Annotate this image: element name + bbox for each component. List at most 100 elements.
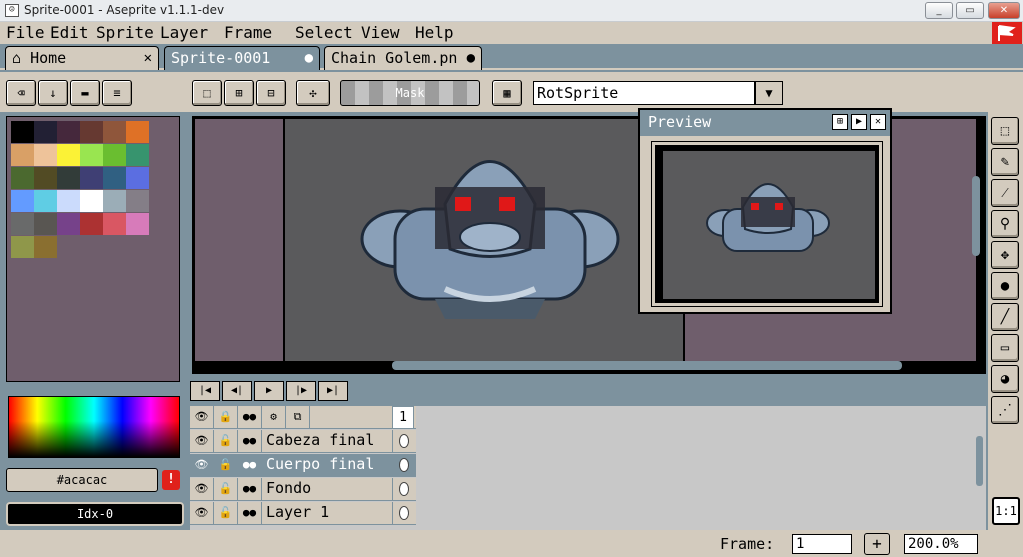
palette-swatch[interactable] xyxy=(11,190,34,212)
palette-swatch[interactable] xyxy=(34,121,57,143)
layer-row[interactable]: 👁 🔓 ●● Layer 1 xyxy=(190,502,416,525)
palette-swatch[interactable] xyxy=(57,190,80,212)
tab-sprite-0001[interactable]: Sprite-0001 ● xyxy=(164,46,320,70)
palette-swatch[interactable] xyxy=(57,167,80,189)
frame-input[interactable]: 1 xyxy=(792,534,852,554)
lock-icon[interactable]: 🔓 xyxy=(214,502,238,525)
palette-swatch[interactable] xyxy=(34,167,57,189)
tab-modified-icon[interactable]: ● xyxy=(467,47,475,69)
menu-select[interactable]: Select xyxy=(295,23,353,42)
lock-icon[interactable]: 🔓 xyxy=(214,430,238,453)
tab-modified-icon[interactable]: ● xyxy=(305,47,313,69)
menu-icon[interactable]: ≡ xyxy=(102,80,132,106)
new-frame-button[interactable]: + xyxy=(864,533,890,555)
palette-swatch[interactable] xyxy=(103,167,126,189)
lock-icon[interactable]: 🔓 xyxy=(214,478,238,501)
color-index-button[interactable]: Idx-0 xyxy=(6,502,184,526)
palette-swatch[interactable] xyxy=(57,213,80,235)
palette-swatch[interactable] xyxy=(80,144,103,166)
grid-icon[interactable]: ▦ xyxy=(492,80,522,106)
rectangle-icon[interactable]: ▭ xyxy=(991,334,1019,362)
menu-help[interactable]: Help xyxy=(415,23,454,42)
cel[interactable] xyxy=(392,478,414,501)
pivot-icon[interactable]: ✣ xyxy=(296,80,330,106)
palette-swatch[interactable] xyxy=(11,144,34,166)
continuous-icon[interactable]: ●● xyxy=(238,430,262,453)
one-to-one-button[interactable]: 1:1 xyxy=(992,497,1020,525)
visibility-icon[interactable]: 👁 xyxy=(190,430,214,453)
palette-swatch[interactable] xyxy=(103,144,126,166)
next-frame-icon[interactable]: |▶ xyxy=(286,381,316,401)
continuous-icon[interactable]: ●● xyxy=(238,502,262,525)
visibility-header-icon[interactable]: 👁 xyxy=(190,406,214,429)
palette-swatch[interactable] xyxy=(11,121,34,143)
layer-name[interactable]: Fondo xyxy=(266,479,311,497)
rotation-algorithm-select[interactable]: RotSprite xyxy=(533,81,755,105)
first-frame-icon[interactable]: |◀ xyxy=(190,381,220,401)
folder-icon[interactable]: ▬ xyxy=(70,80,100,106)
move-icon[interactable]: ✥ xyxy=(991,241,1019,269)
arrow-down-icon[interactable]: ↓ xyxy=(38,80,68,106)
palette-swatch[interactable] xyxy=(126,144,149,166)
palette-swatch[interactable] xyxy=(34,236,57,258)
paint-bucket-icon[interactable]: ● xyxy=(991,272,1019,300)
palette-swatch[interactable] xyxy=(11,167,34,189)
line-icon[interactable]: ╱ xyxy=(991,303,1019,331)
contour-icon[interactable]: ◕ xyxy=(991,365,1019,393)
layer-name[interactable]: Cabeza final xyxy=(266,431,374,449)
lock-header-icon[interactable]: 🔒 xyxy=(214,406,238,429)
close-window-button[interactable]: ✕ xyxy=(988,2,1020,19)
continuous-icon[interactable]: ●● xyxy=(238,478,262,501)
layer-row-selected[interactable]: 👁 🔓 ●● Cuerpo final xyxy=(190,454,416,477)
visibility-icon[interactable]: 👁 xyxy=(190,454,214,477)
palette-swatch[interactable] xyxy=(34,213,57,235)
preview-close-icon[interactable]: ✕ xyxy=(870,114,886,130)
minimize-button[interactable]: _ xyxy=(925,2,953,19)
eraser-icon[interactable]: ⌫ xyxy=(6,80,36,106)
cel[interactable] xyxy=(392,454,414,477)
palette-swatch[interactable] xyxy=(11,236,34,258)
palette-swatch[interactable] xyxy=(80,190,103,212)
palette-swatch[interactable] xyxy=(103,121,126,143)
hex-color-button[interactable]: #acacac xyxy=(6,468,158,492)
visibility-icon[interactable]: 👁 xyxy=(190,478,214,501)
last-frame-icon[interactable]: ▶| xyxy=(318,381,348,401)
tab-home[interactable]: ⌂ Home ✕ xyxy=(5,46,159,70)
selection-add-icon[interactable]: ⊞ xyxy=(224,80,254,106)
cel[interactable] xyxy=(392,430,414,453)
palette-swatch[interactable] xyxy=(11,213,34,235)
tab-close-icon[interactable]: ✕ xyxy=(144,47,152,69)
layer-name[interactable]: Cuerpo final xyxy=(266,455,374,473)
tab-chain-golem[interactable]: Chain Golem.pn ● xyxy=(324,46,482,70)
menu-edit[interactable]: Edit xyxy=(50,23,89,42)
palette-swatch[interactable] xyxy=(80,167,103,189)
horizontal-scrollbar[interactable] xyxy=(392,361,902,370)
selection-replace-icon[interactable]: ⬚ xyxy=(192,80,222,106)
eyedropper-icon[interactable]: ⁄ xyxy=(991,179,1019,207)
chevron-down-icon[interactable]: ▼ xyxy=(755,81,783,105)
layer-row[interactable]: 👁 🔓 ●● Cabeza final xyxy=(190,430,416,453)
continuous-header-icon[interactable]: ●● xyxy=(238,406,262,429)
color-spectrum[interactable] xyxy=(8,396,180,458)
mask-button[interactable]: Mask xyxy=(340,80,480,106)
menu-sprite[interactable]: Sprite xyxy=(96,23,154,42)
visibility-icon[interactable]: 👁 xyxy=(190,502,214,525)
palette-swatch[interactable] xyxy=(57,121,80,143)
maximize-button[interactable]: ▭ xyxy=(956,2,984,19)
palette-swatch[interactable] xyxy=(80,213,103,235)
palette-swatch[interactable] xyxy=(80,121,103,143)
gear-icon[interactable]: ⚙ xyxy=(262,406,286,429)
menu-layer[interactable]: Layer xyxy=(160,23,208,42)
play-icon[interactable]: ▶ xyxy=(254,381,284,401)
palette-swatch[interactable] xyxy=(34,190,57,212)
layer-name[interactable]: Layer 1 xyxy=(266,503,329,521)
vertical-scrollbar[interactable] xyxy=(972,176,980,256)
palette-swatch[interactable] xyxy=(126,190,149,212)
blur-icon[interactable]: ⋰ xyxy=(991,396,1019,424)
palette-swatch[interactable] xyxy=(103,213,126,235)
preview-play-icon[interactable]: ▶ xyxy=(851,114,867,130)
layer-row[interactable]: 👁 🔓 ●● Fondo xyxy=(190,478,416,501)
previous-frame-icon[interactable]: ◀| xyxy=(222,381,252,401)
preview-window[interactable]: Preview ⊞ ▶ ✕ xyxy=(638,108,892,314)
warning-icon[interactable]: ! xyxy=(162,470,180,490)
